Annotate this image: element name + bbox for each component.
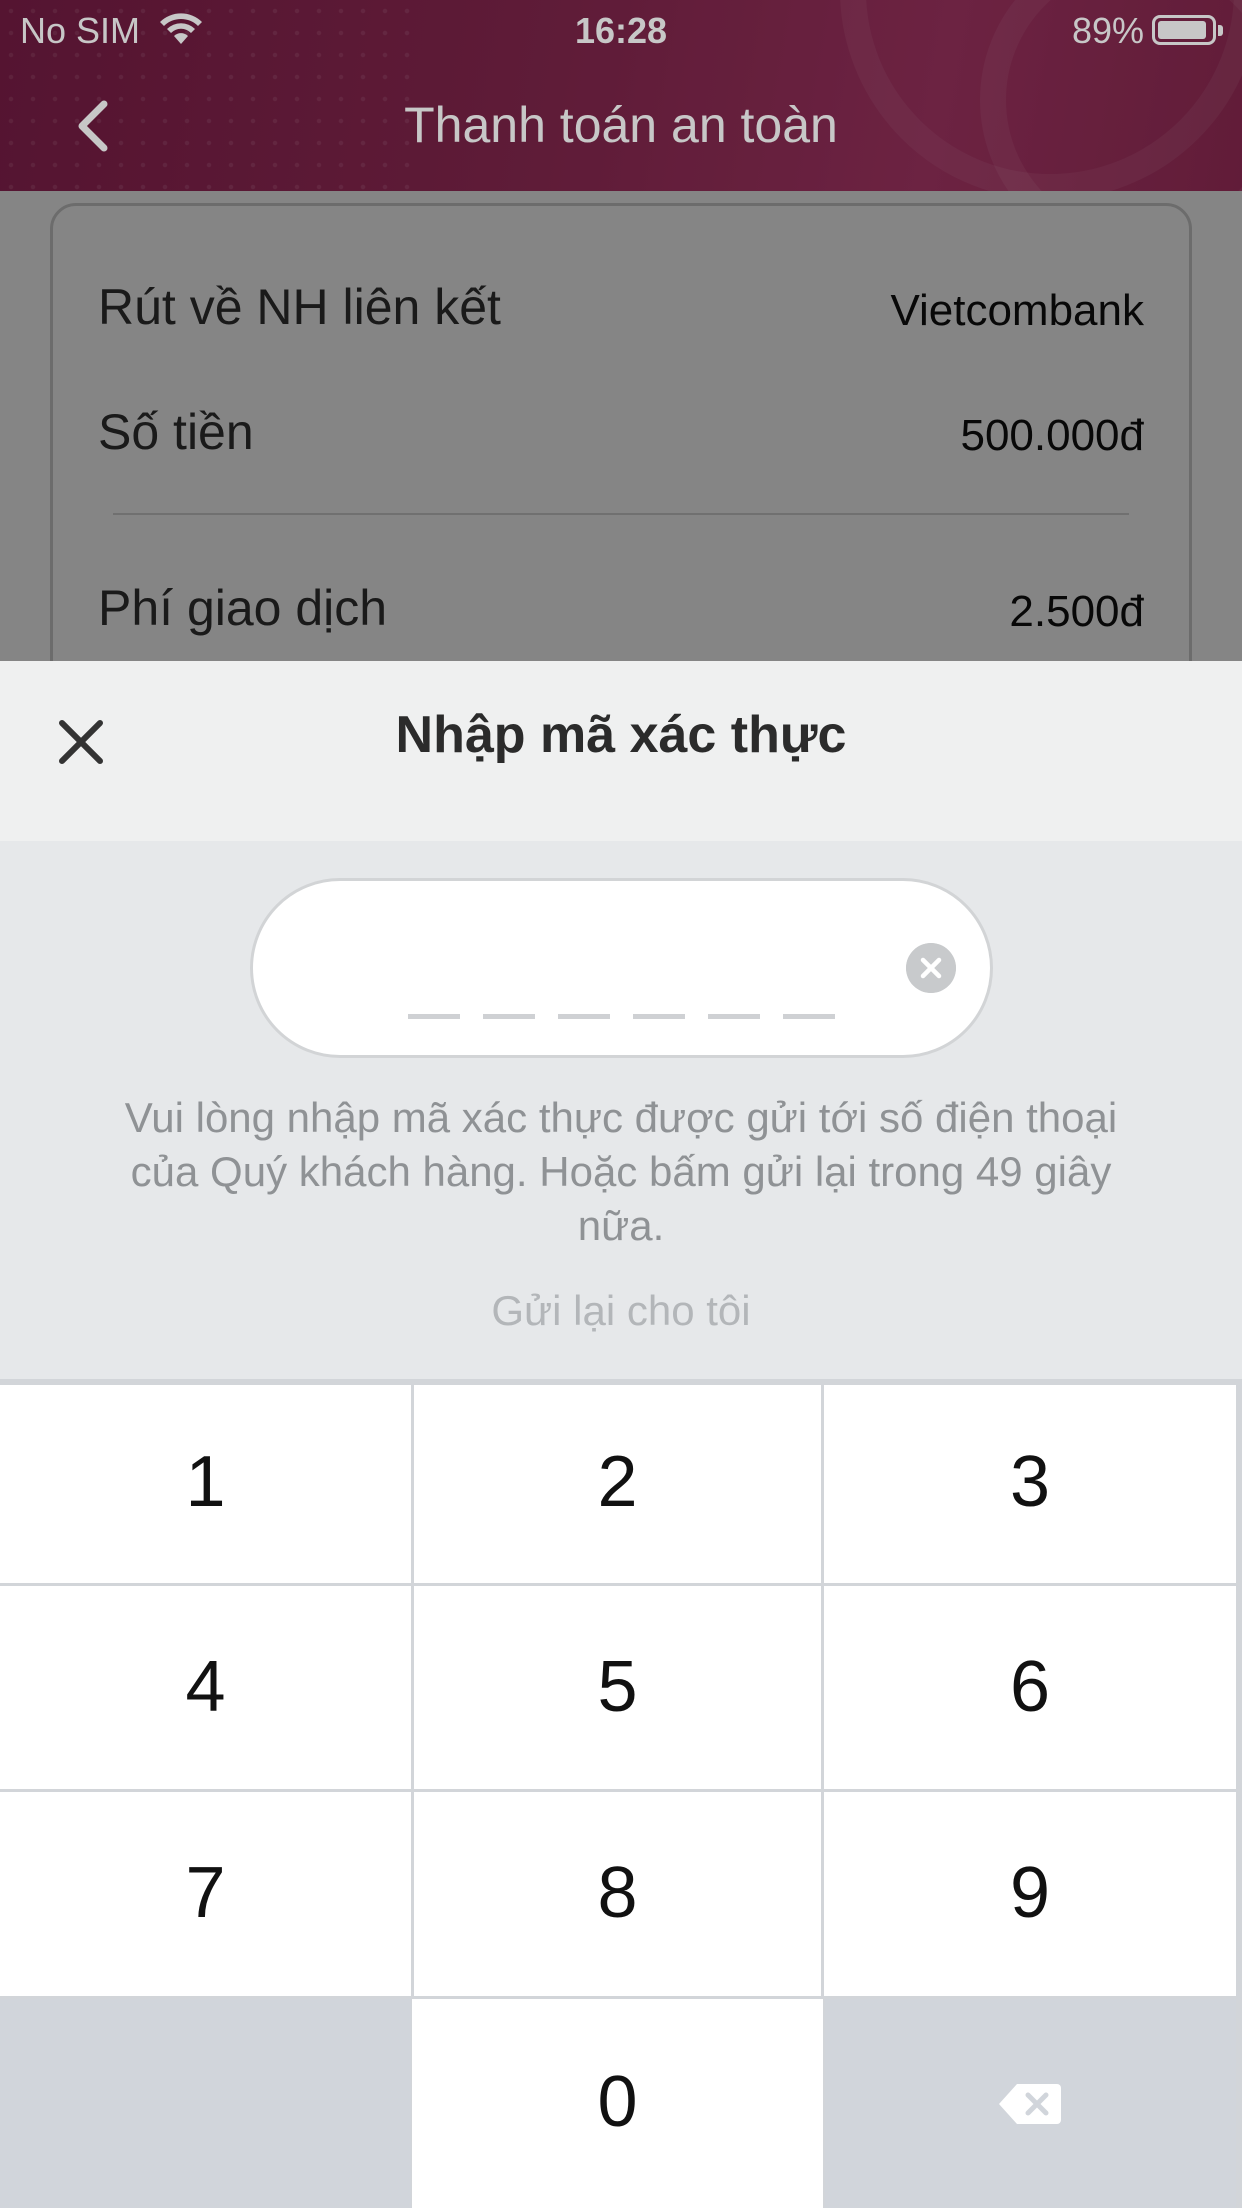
key-7[interactable]: 7 (0, 1792, 411, 1996)
key-label: 9 (1009, 1853, 1051, 1933)
key-label: 5 (597, 1647, 638, 1727)
key-4[interactable]: 4 (0, 1586, 411, 1789)
key-1[interactable]: 1 (0, 1385, 411, 1583)
key-blank (0, 1999, 411, 2208)
sheet-title: Nhập mã xác thực (395, 706, 847, 764)
key-label: 3 (1009, 1442, 1051, 1522)
key-2[interactable]: 2 (414, 1385, 821, 1583)
sheet-header: Nhập mã xác thực (0, 661, 1242, 841)
screen: No SIM 16:28 89% Thanh toán an toàn Rút … (0, 0, 1242, 2208)
key-6[interactable]: 6 (824, 1586, 1236, 1789)
key-label: 1 (185, 1442, 226, 1522)
otp-input[interactable] (250, 878, 993, 1058)
otp-digit-slot (483, 1014, 535, 1019)
otp-instruction: Vui lòng nhập mã xác thực được gửi tới s… (124, 1094, 1118, 1249)
app-header: No SIM 16:28 89% Thanh toán an toàn (0, 0, 1242, 191)
backspace-icon (999, 2084, 1061, 2124)
otp-digit-slot (633, 1014, 685, 1019)
header-overlay (0, 0, 1242, 191)
otp-digit-slot (708, 1014, 760, 1019)
otp-digit-slot (408, 1014, 460, 1019)
numeric-keypad: 1 2 3 4 5 6 7 8 9 0 (0, 1379, 1242, 2208)
clear-circle-icon[interactable] (906, 943, 956, 993)
key-0[interactable]: 0 (412, 1999, 823, 2208)
otp-digit-slot (558, 1014, 610, 1019)
key-label: 0 (597, 2062, 638, 2142)
key-label: 7 (185, 1853, 226, 1933)
key-8[interactable]: 8 (414, 1792, 821, 1996)
key-9[interactable]: 9 (824, 1792, 1236, 1996)
modal-backdrop[interactable] (0, 191, 1242, 661)
resend-link[interactable]: Gửi lại cho tôi (0, 1287, 1242, 1335)
otp-digit-slot (783, 1014, 835, 1019)
key-label: 8 (597, 1853, 638, 1933)
key-label: 2 (597, 1442, 638, 1522)
key-label: 4 (185, 1647, 226, 1727)
key-label: 6 (1009, 1647, 1051, 1727)
key-5[interactable]: 5 (414, 1586, 821, 1789)
delete-key[interactable] (825, 1999, 1236, 2208)
key-3[interactable]: 3 (824, 1385, 1236, 1583)
